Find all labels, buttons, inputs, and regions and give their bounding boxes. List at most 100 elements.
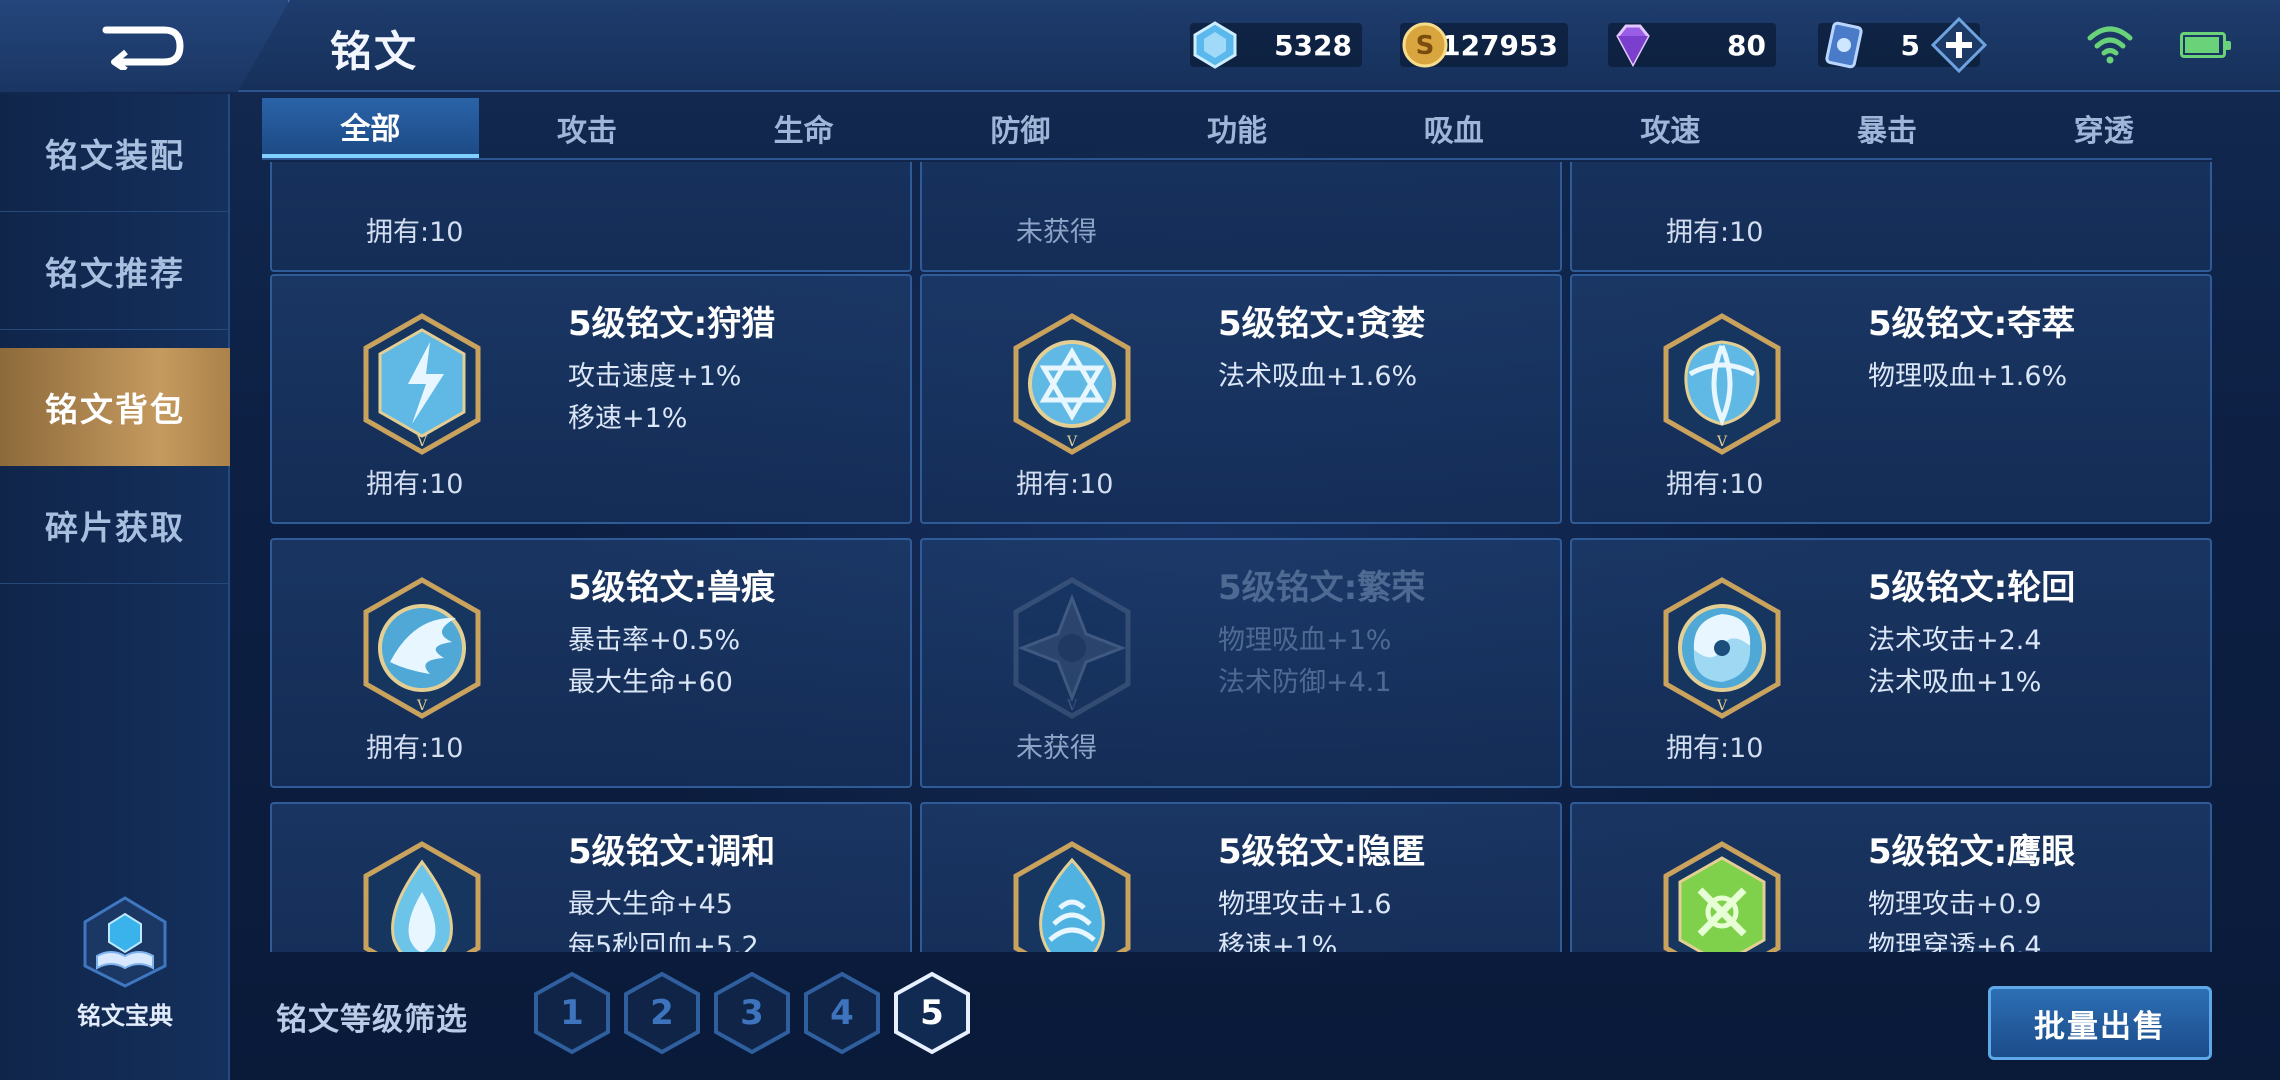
inscription-card[interactable]: 未获得 xyxy=(920,162,1562,272)
crystal-icon xyxy=(1193,21,1237,69)
inscription-card-prosperity[interactable]: V 5级铭文:繁荣 物理吸血+1% 法术防御+4.1 未获得 xyxy=(920,538,1562,788)
inscription-name: 5级铭文:隐匿 xyxy=(1218,832,1426,872)
owned-count: 拥有:10 xyxy=(366,733,464,764)
back-button[interactable] xyxy=(0,0,290,92)
inscription-stat: 最大生命+45 xyxy=(568,889,733,920)
sidebar-item-equip[interactable]: 铭文装配 xyxy=(0,94,230,212)
harmony-emblem-icon xyxy=(363,841,481,952)
codex-label: 铭文宝典 xyxy=(77,1002,173,1030)
diamond-resource[interactable]: 5328 xyxy=(1190,14,1362,76)
inscription-card-hawkeye[interactable]: 5级铭文:鹰眼 物理攻击+0.9 物理穿透+6.4 xyxy=(1570,802,2212,952)
level-filter-label: 铭文等级筛选 xyxy=(276,1002,468,1038)
svg-text:V: V xyxy=(1066,698,1078,714)
sidebar-item-label: 铭文背包 xyxy=(45,390,185,429)
inscription-card-stealth[interactable]: 5级铭文:隐匿 物理攻击+1.6 移速+1% xyxy=(920,802,1562,952)
gem-resource[interactable]: 80 xyxy=(1608,14,1776,76)
sidebar-item-fragments[interactable]: 碎片获取 xyxy=(0,466,230,584)
inscription-card-greed[interactable]: V 5级铭文:贪婪 法术吸血+1.6% 拥有:10 xyxy=(920,274,1562,524)
inscription-name: 5级铭文:轮回 xyxy=(1868,568,2076,608)
level-filter-4[interactable]: 4 xyxy=(802,970,882,1056)
inscription-stat: 暴击率+0.5% xyxy=(568,625,741,656)
svg-text:V: V xyxy=(1716,698,1728,714)
owned-count: 拥有:10 xyxy=(1016,469,1114,500)
tab-penetration[interactable]: 穿透 xyxy=(1995,98,2212,158)
purple-gem-icon xyxy=(1616,24,1650,68)
owned-count: 未获得 xyxy=(1016,217,1097,248)
add-ticket-icon[interactable] xyxy=(1930,16,1988,74)
inscription-stat: 法术攻击+2.4 xyxy=(1868,625,2042,656)
hawkeye-emblem-icon xyxy=(1663,841,1781,952)
level-filter-1[interactable]: 1 xyxy=(532,970,612,1056)
page-title: 铭文 xyxy=(330,27,419,76)
batch-sell-button[interactable]: 批量出售 xyxy=(1988,986,2212,1060)
inscription-name: 5级铭文:夺萃 xyxy=(1868,304,2076,344)
owned-count: 拥有:10 xyxy=(1666,733,1764,764)
inscription-stat: 物理攻击+1.6 xyxy=(1218,889,1392,920)
inscription-stat: 攻击速度+1% xyxy=(568,361,742,392)
inscription-name: 5级铭文:鹰眼 xyxy=(1868,832,2076,872)
seize-emblem-icon: V xyxy=(1663,313,1781,455)
gold-coin-icon: S xyxy=(1402,22,1448,68)
codex-button[interactable]: 铭文宝典 xyxy=(70,894,180,1034)
inscription-card-beast-mark[interactable]: V 5级铭文:兽痕 暴击率+0.5% 最大生命+60 拥有:10 xyxy=(270,538,912,788)
inscription-name: 5级铭文:兽痕 xyxy=(568,568,776,608)
level-filter-2[interactable]: 2 xyxy=(622,970,702,1056)
card-ticket-icon xyxy=(1825,21,1863,69)
inscription-card[interactable]: 拥有:10 xyxy=(1570,162,2212,272)
hunt-emblem-icon: V xyxy=(363,313,481,455)
sidebar-item-label: 铭文推荐 xyxy=(45,253,185,293)
level-filter-label: 4 xyxy=(830,993,854,1033)
greed-emblem-icon: V xyxy=(1013,313,1131,455)
wifi-icon xyxy=(2087,26,2133,64)
inscription-name: 5级铭文:调和 xyxy=(568,832,776,872)
inscription-card-hunt[interactable]: V 5级铭文:狩猎 攻击速度+1% 移速+1% 拥有:10 xyxy=(270,274,912,524)
tab-all[interactable]: 全部 xyxy=(262,98,479,158)
inscription-card-reincarnation[interactable]: V 5级铭文:轮回 法术攻击+2.4 法术吸血+1% 拥有:10 xyxy=(1570,538,2212,788)
owned-count: 未获得 xyxy=(1016,733,1097,764)
category-tabs: 全部 攻击 生命 防御 功能 吸血 攻速 暴击 穿透 xyxy=(262,98,2212,160)
tab-defense[interactable]: 防御 xyxy=(912,98,1129,158)
inscription-stat: 移速+1% xyxy=(568,403,688,434)
inscription-stat: 物理吸血+1% xyxy=(1218,625,1392,656)
inscription-card-harmony[interactable]: 5级铭文:调和 最大生命+45 每5秒回血+5.2 xyxy=(270,802,912,952)
level-filter-5[interactable]: 5 xyxy=(892,970,972,1056)
tab-critical[interactable]: 暴击 xyxy=(1779,98,1996,158)
tab-lifesteal[interactable]: 吸血 xyxy=(1345,98,1562,158)
codex-book-icon xyxy=(83,896,167,988)
inscription-grid[interactable]: 拥有:10 未获得 拥有:10 V 5级铭文:狩猎 攻击速度+1% 移速+1% … xyxy=(262,162,2212,952)
tab-attack[interactable]: 攻击 xyxy=(479,98,696,158)
inscription-card[interactable]: 拥有:10 xyxy=(270,162,912,272)
sidebar-item-label: 碎片获取 xyxy=(45,507,185,547)
level-filter-label: 3 xyxy=(740,993,764,1033)
battery-icon xyxy=(2180,32,2231,58)
svg-text:V: V xyxy=(1716,434,1728,450)
prosperity-emblem-icon: V xyxy=(1013,577,1131,719)
reincarnation-emblem-icon: V xyxy=(1663,577,1781,719)
inscription-stat: 法术吸血+1.6% xyxy=(1218,361,1418,392)
svg-text:S: S xyxy=(1416,31,1435,61)
inscription-stat: 移速+1% xyxy=(1218,931,1338,952)
sidebar-item-backpack[interactable]: 铭文背包 xyxy=(0,348,230,466)
inscription-stat: 物理攻击+0.9 xyxy=(1868,889,2042,920)
tab-utility[interactable]: 功能 xyxy=(1129,98,1346,158)
inscription-stat: 法术吸血+1% xyxy=(1868,667,2042,698)
owned-count: 拥有:10 xyxy=(366,469,464,500)
inscription-name: 5级铭文:繁荣 xyxy=(1218,568,1426,608)
svg-text:V: V xyxy=(416,698,428,714)
gold-resource[interactable]: S 127953 xyxy=(1400,14,1568,76)
owned-count: 拥有:10 xyxy=(1666,469,1764,500)
level-filter-3[interactable]: 3 xyxy=(712,970,792,1056)
svg-text:V: V xyxy=(1066,434,1078,450)
level-filter-label: 2 xyxy=(650,993,674,1033)
inscription-stat: 最大生命+60 xyxy=(568,667,733,698)
level-filter-label: 5 xyxy=(920,993,944,1033)
inscription-card-seize[interactable]: V 5级铭文:夺萃 物理吸血+1.6% 拥有:10 xyxy=(1570,274,2212,524)
back-arrow-icon xyxy=(102,26,184,70)
inscription-name: 5级铭文:贪婪 xyxy=(1218,304,1426,344)
sidebar-item-label: 铭文装配 xyxy=(45,135,185,175)
tab-health[interactable]: 生命 xyxy=(695,98,912,158)
level-filter-label: 1 xyxy=(560,993,584,1033)
sidebar-item-recommend[interactable]: 铭文推荐 xyxy=(0,212,230,330)
inscription-stat: 物理穿透+6.4 xyxy=(1868,931,2042,952)
tab-attack-speed[interactable]: 攻速 xyxy=(1562,98,1779,158)
